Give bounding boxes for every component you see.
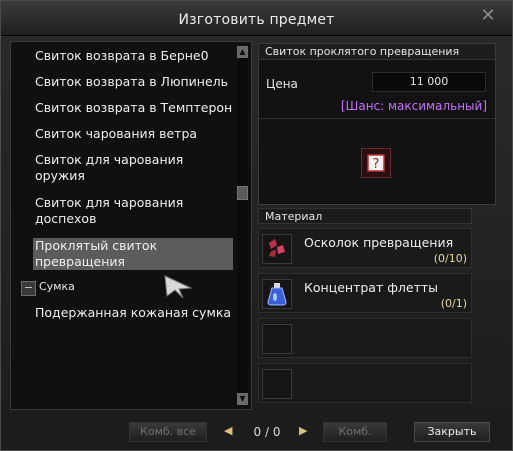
- material-row-empty: [258, 318, 472, 358]
- list-scrollbar[interactable]: ▲ ▼: [237, 46, 248, 405]
- group-collapse-toggle[interactable]: −: [21, 281, 36, 296]
- craft-window: Изготовить предмет ✕ Свиток возврата в Б…: [0, 0, 513, 451]
- svg-text:?: ?: [373, 157, 380, 172]
- empty-slot-icon: [262, 324, 292, 354]
- price-value: 11 000: [372, 72, 486, 92]
- combine-all-button[interactable]: Комб. все: [129, 422, 207, 442]
- recipe-item[interactable]: Свиток возврата в Берне0: [35, 48, 235, 64]
- window-title: Изготовить предмет: [178, 12, 335, 28]
- material-row-empty: [258, 363, 472, 403]
- material-row[interactable]: Осколок превращения (0/10): [258, 228, 472, 268]
- recipe-item[interactable]: Свиток возврата в Люпинель: [35, 74, 235, 90]
- material-name: Концентрат флетты: [304, 280, 438, 295]
- materials-header: Материал: [258, 208, 472, 224]
- material-name: Осколок превращения: [304, 235, 454, 250]
- price-label: Цена: [266, 77, 298, 91]
- recipe-item[interactable]: Свиток для чарования доспехов: [35, 195, 235, 227]
- close-icon[interactable]: ✕: [479, 7, 497, 25]
- prev-page-icon[interactable]: ◀: [224, 424, 232, 437]
- material-count: (0/10): [433, 252, 467, 265]
- cursed-scroll-icon[interactable]: ?: [361, 148, 391, 178]
- scroll-down-icon[interactable]: ▼: [237, 393, 248, 405]
- material-row[interactable]: Концентрат флетты (0/1): [258, 273, 472, 313]
- divider: [259, 118, 495, 119]
- recipe-details: Свиток проклятого превращения Цена 11 00…: [258, 43, 496, 205]
- page-indicator: 0 / 0: [253, 425, 281, 439]
- recipe-item[interactable]: Подержанная кожаная сумка: [35, 305, 235, 321]
- title-bar[interactable]: Изготовить предмет ✕: [1, 1, 512, 36]
- transform-shard-icon: [262, 234, 292, 264]
- material-count: (0/1): [440, 297, 467, 310]
- recipe-title: Свиток проклятого превращения: [259, 44, 495, 60]
- next-page-icon[interactable]: ▶: [299, 424, 307, 437]
- scroll-thumb[interactable]: [237, 186, 248, 200]
- potion-flask-icon: [262, 279, 292, 309]
- close-button[interactable]: Закрыть: [414, 422, 490, 442]
- recipe-item[interactable]: Свиток для чарования оружия: [35, 152, 235, 184]
- mouse-cursor-icon: [164, 275, 193, 299]
- recipe-item-selected[interactable]: Проклятый свиток превращения: [33, 238, 233, 270]
- recipe-item[interactable]: Свиток возврата в Темптерон: [35, 100, 235, 116]
- empty-slot-icon: [262, 369, 292, 399]
- scroll-up-icon[interactable]: ▲: [237, 46, 248, 58]
- combine-button[interactable]: Комб.: [323, 422, 387, 442]
- recipe-list: Свиток возврата в Берне0 Свиток возврата…: [10, 41, 252, 410]
- recipe-item[interactable]: Свиток чарования ветра: [35, 126, 235, 142]
- group-label: Сумка: [39, 280, 75, 293]
- success-chance: [Шанс: максимальный]: [340, 99, 487, 113]
